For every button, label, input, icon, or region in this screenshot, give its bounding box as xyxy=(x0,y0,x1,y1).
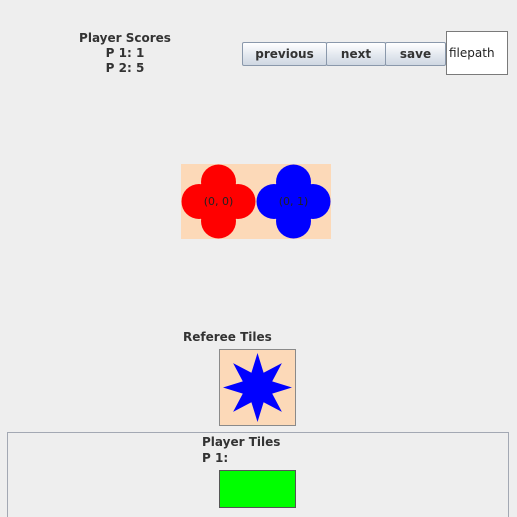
previous-button[interactable]: previous xyxy=(242,42,327,66)
board-tile-0-0[interactable]: (0, 0) xyxy=(181,164,256,239)
player-1-score: P 1: 1 xyxy=(105,46,145,60)
player-tiles-title: Player Tiles xyxy=(202,435,281,449)
player-tile-green[interactable] xyxy=(219,470,296,508)
board-tile-0-1[interactable]: (0, 1) xyxy=(256,164,331,239)
referee-tile[interactable] xyxy=(219,349,296,426)
player-1-label: P 1: xyxy=(202,451,229,465)
player-2-score: P 2: 5 xyxy=(105,61,145,75)
next-button[interactable]: next xyxy=(326,42,386,66)
tile-coordinate: (0, 1) xyxy=(278,195,309,208)
player-scores-title: Player Scores xyxy=(79,31,171,45)
save-button[interactable]: save xyxy=(385,42,446,66)
toolbar: previous next save xyxy=(242,42,446,66)
referee-tiles-label: Referee Tiles xyxy=(183,330,272,344)
game-board: (0, 0) (0, 1) xyxy=(181,164,331,239)
player-scores: Player Scores P 1: 1 P 2: 5 xyxy=(70,31,180,76)
tile-coordinate: (0, 0) xyxy=(203,195,234,208)
blue-star-icon xyxy=(223,353,292,422)
filepath-input[interactable] xyxy=(446,31,508,75)
